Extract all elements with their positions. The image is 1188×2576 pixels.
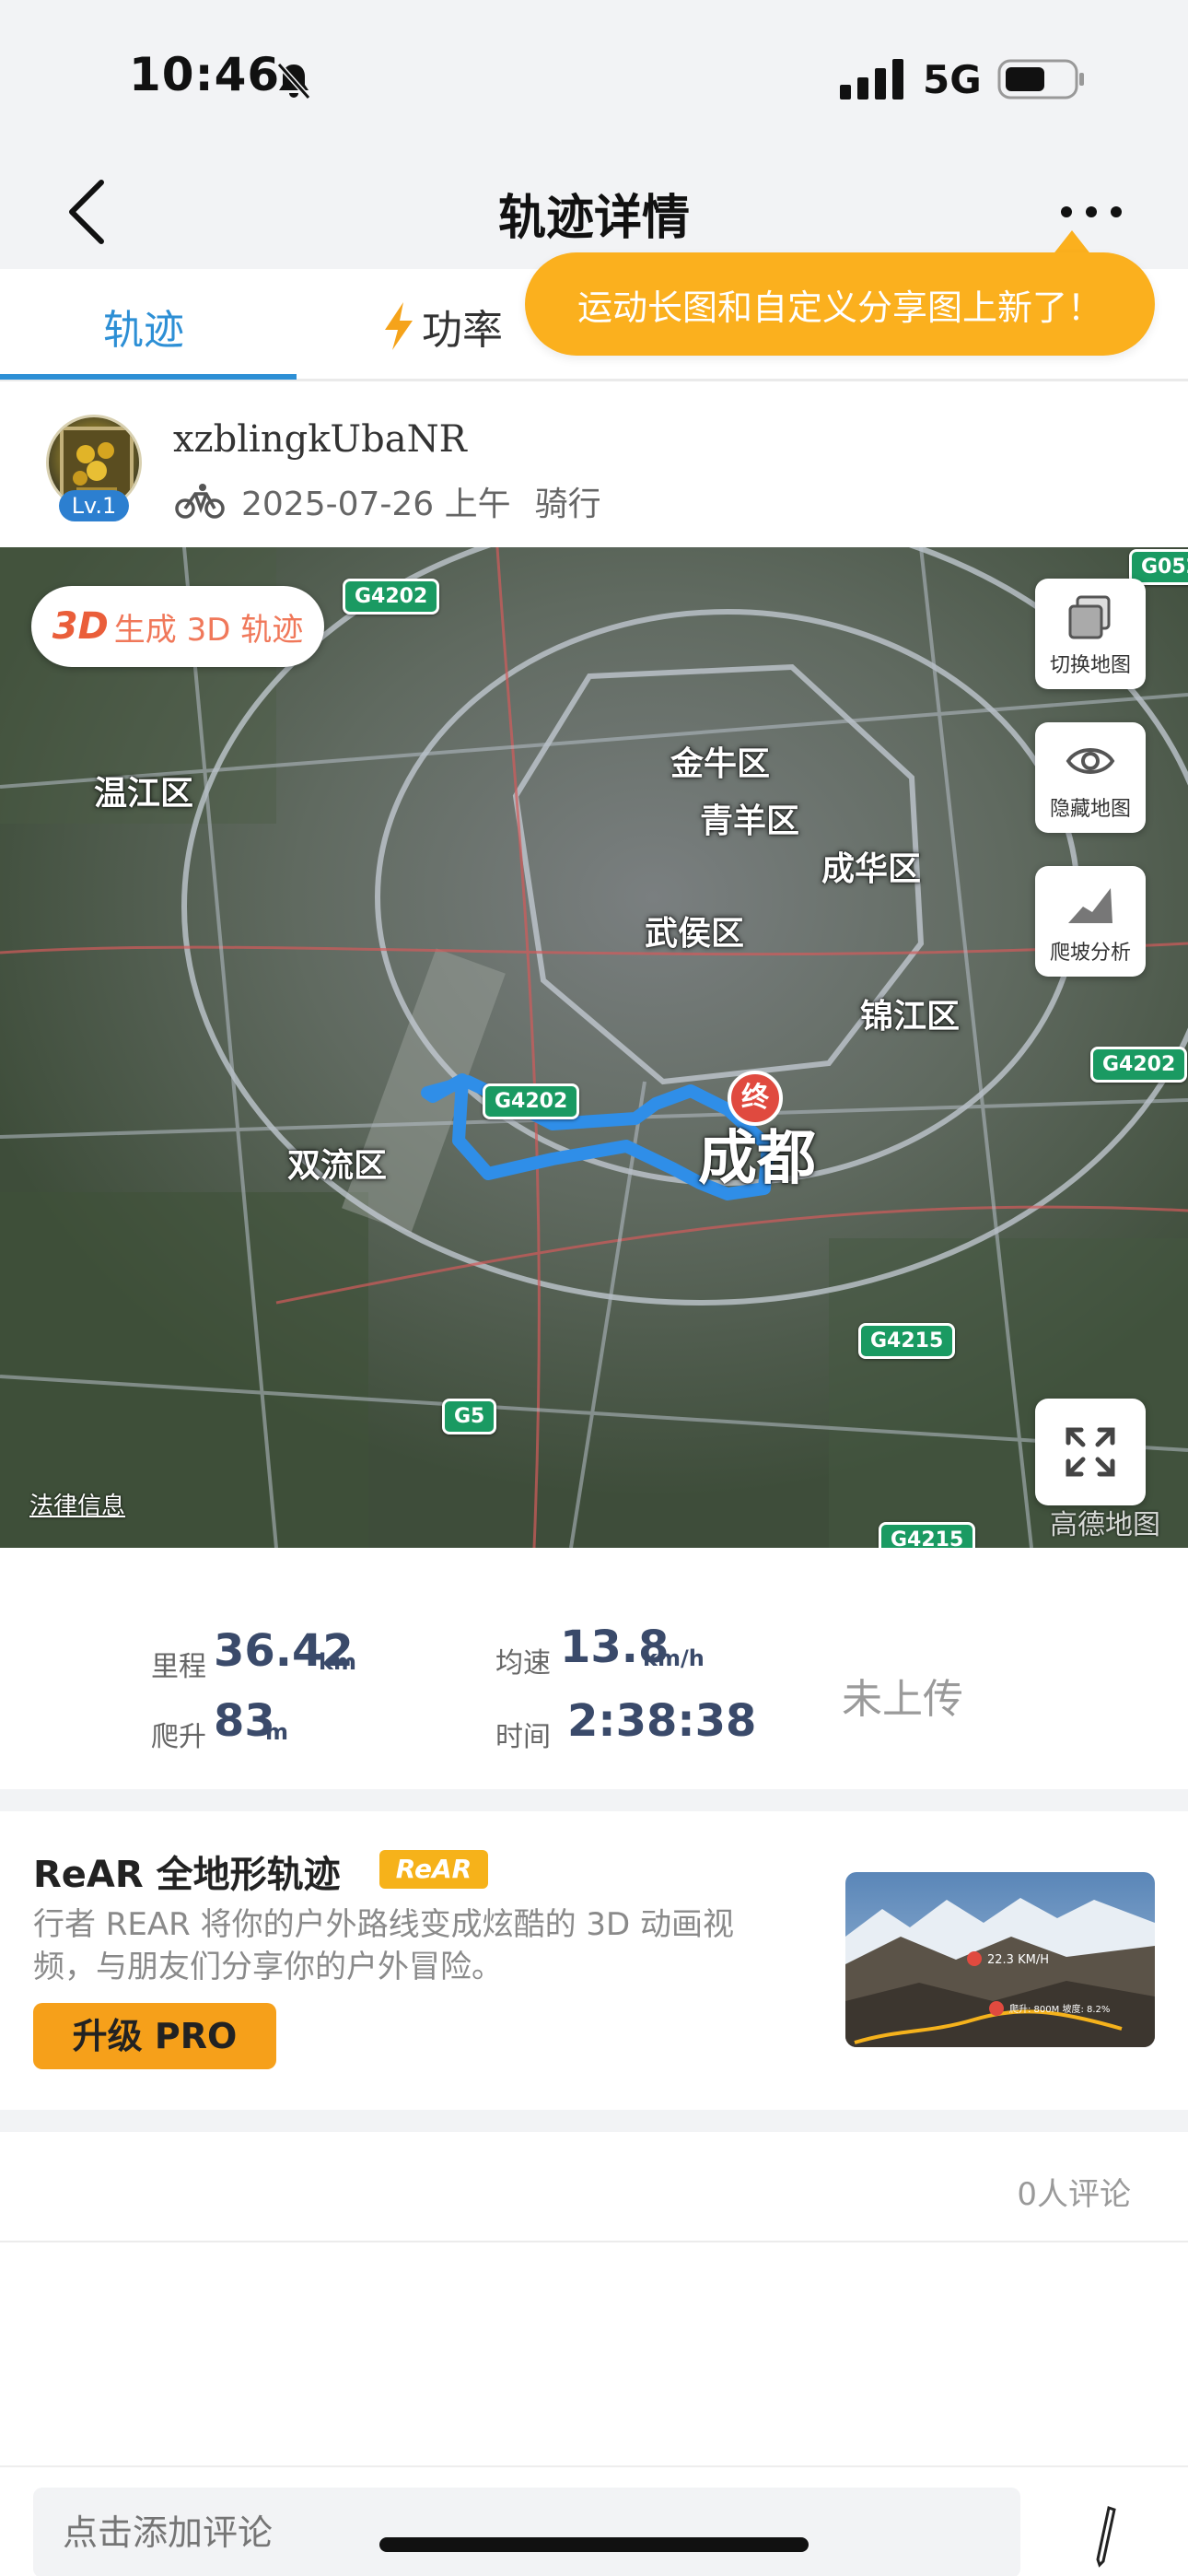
status-bar: 10:46 5G	[0, 0, 1188, 157]
switch-map-button[interactable]: 切换地图	[1035, 579, 1146, 689]
section-divider	[0, 1789, 1188, 1811]
comment-input[interactable]	[33, 2488, 1020, 2576]
hide-map-button[interactable]: 隐藏地图	[1035, 722, 1146, 833]
climb-unit: m	[265, 1719, 289, 1745]
section-divider	[0, 2110, 1188, 2132]
legal-info-link[interactable]: 法律信息	[29, 1487, 125, 1521]
username: xzblingkUbaNR	[173, 418, 467, 461]
pen-icon[interactable]	[1087, 2504, 1124, 2569]
district-label: 青羊区	[700, 802, 800, 840]
rear-promo-card[interactable]: ReAR 全地形轨迹 ReAR 行者 REAR 将你的户外路线变成炫酷的 3D …	[0, 1811, 1188, 2110]
level-badge: Lv.1	[59, 490, 129, 521]
3d-logo-icon: 3D	[52, 605, 109, 648]
rear-description: 行者 REAR 将你的户外路线变成炫酷的 3D 动画视频，与朋友们分享你的户外冒…	[33, 1906, 735, 1985]
district-label: 武侯区	[645, 915, 745, 953]
district-label: 锦江区	[860, 998, 961, 1036]
time-label: 时间	[495, 1721, 551, 1753]
highway-shield: G4215	[858, 1323, 956, 1359]
user-header: Lv.1 xzblingkUbaNR 2025-07-26 上午 骑行	[0, 385, 1188, 547]
climb-analysis-label: 爬坡分析	[1049, 942, 1131, 965]
more-dots-icon[interactable]	[1059, 203, 1124, 221]
activity-date: 2025-07-26 上午	[241, 486, 511, 523]
upload-status[interactable]: 未上传	[842, 1666, 963, 1725]
climb-label: 爬升	[151, 1721, 206, 1753]
climb-analysis-button[interactable]: 爬坡分析	[1035, 866, 1146, 977]
nav-bar: 轨迹详情	[0, 157, 1188, 267]
tab-power[interactable]: 功率	[379, 297, 503, 356]
share-tooltip[interactable]: 运动长图和自定义分享图上新了！	[525, 252, 1155, 356]
tab-active-indicator	[0, 374, 297, 380]
generate-3d-track-button[interactable]: 3D 生成 3D 轨迹	[31, 586, 324, 667]
elevation-chart-icon	[1068, 888, 1112, 923]
tab-power-label: 功率	[422, 307, 503, 354]
signal-icon	[840, 59, 903, 100]
rear-preview-image[interactable]: 22.3 KM/H 爬升: 800M 坡度: 8.2%	[845, 1872, 1155, 2047]
bottom-bar	[0, 2465, 1188, 2576]
thumb-speed: 22.3 KM/H	[987, 1953, 1049, 1967]
highway-shield: G4215	[879, 1522, 976, 1548]
activity-type: 骑行	[534, 486, 601, 523]
stats-panel: 里程 36.42 km 均速 13.8 km/h 爬升 83 m 时间 2:38…	[0, 1548, 1188, 1789]
generate-3d-label: 生成 3D 轨迹	[113, 611, 304, 649]
end-marker: 终	[728, 1071, 783, 1126]
eye-icon	[1066, 748, 1115, 774]
satellite-map-image	[0, 547, 1188, 1548]
top-bar: 10:46 5G 轨迹详情	[0, 0, 1188, 269]
upgrade-pro-button[interactable]: 升级 PRO	[33, 2003, 276, 2069]
bicycle-icon	[175, 484, 225, 519]
silent-bell-icon	[276, 63, 311, 100]
home-indicator	[379, 2537, 809, 2552]
highway-shield: G4202	[483, 1083, 580, 1119]
switch-map-label: 切换地图	[1049, 654, 1131, 677]
activity-meta: 2025-07-26 上午 骑行	[175, 477, 601, 525]
time-value: 2:38:38	[567, 1695, 757, 1747]
highway-shield: G5	[442, 1399, 497, 1434]
highway-shield: G4202	[1090, 1047, 1188, 1083]
lightning-icon	[385, 302, 413, 350]
map-provider-logo: 高德地图	[1050, 1509, 1160, 1541]
fullscreen-button[interactable]	[1035, 1399, 1146, 1505]
expand-icon	[1066, 1427, 1115, 1477]
district-label: 双流区	[287, 1147, 388, 1185]
map-view[interactable]: 3D 生成 3D 轨迹 温江区 金牛区 青羊区 成华区 武侯区 锦江区 双流区 …	[0, 547, 1188, 1548]
highway-shield: G4202	[343, 579, 440, 615]
district-label: 成华区	[821, 850, 922, 888]
district-label: 温江区	[94, 775, 194, 813]
status-time: 10:46	[129, 48, 281, 101]
thumb-info: 爬升: 800M 坡度: 8.2%	[1009, 2003, 1110, 2015]
battery-icon	[997, 59, 1084, 100]
layers-icon	[1068, 595, 1111, 639]
hide-map-label: 隐藏地图	[1049, 798, 1131, 821]
network-type: 5G	[923, 57, 982, 102]
speed-unit: km/h	[643, 1645, 705, 1671]
tab-track[interactable]: 轨迹	[103, 297, 184, 356]
page-title: 轨迹详情	[497, 191, 690, 246]
rear-title: ReAR 全地形轨迹	[33, 1854, 341, 1896]
rear-badge: ReAR	[379, 1850, 488, 1889]
distance-label: 里程	[151, 1651, 206, 1683]
comment-count: 0人评论	[1017, 2176, 1131, 2213]
distance-unit: km	[319, 1649, 356, 1675]
comments-header: 0人评论	[0, 2132, 1188, 2242]
speed-label: 均速	[495, 1647, 551, 1680]
district-label: 金牛区	[670, 745, 771, 783]
